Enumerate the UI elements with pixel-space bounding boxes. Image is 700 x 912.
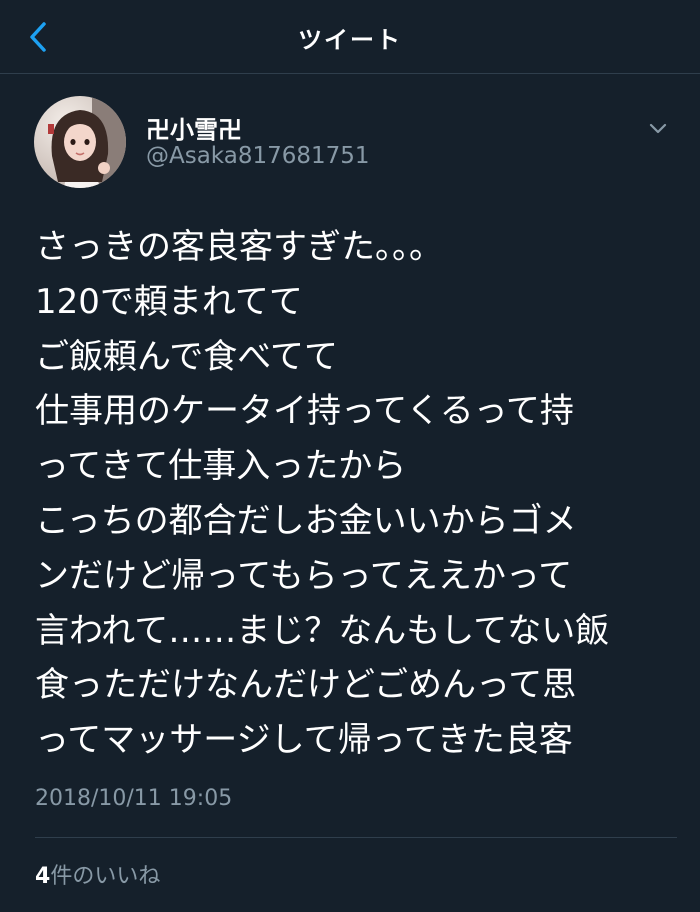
tweet-detail-screen: ツイート 卍小雪卍 @Asaka817681751 さっきの客良客すぎた。。。 … — [0, 0, 700, 912]
tweet-text-line: ってきて仕事入ったから — [35, 446, 407, 487]
page-title: ツイート — [298, 26, 402, 54]
tweet-options-button[interactable] — [642, 112, 674, 144]
tweet-timestamp[interactable]: 2018/10/11 19:05 — [35, 786, 232, 811]
tweet-text-line: 仕事用のケータイ持ってくるって持 — [35, 391, 574, 432]
tweet-text-line: ンだけど帰ってもらってええかって — [35, 555, 573, 596]
likes-count: 4 — [35, 864, 51, 889]
tweet-text-line: こっちの都合だしお金いいからゴメ — [35, 500, 577, 541]
author-display-name[interactable]: 卍小雪卍 — [146, 110, 242, 145]
top-navigation-bar: ツイート — [0, 0, 700, 74]
avatar[interactable] — [34, 96, 126, 188]
author-handle[interactable]: @Asaka817681751 — [146, 143, 370, 169]
divider — [35, 837, 677, 838]
tweet-text-line: 言われて……まじ？なんもしてない飯 — [35, 610, 610, 651]
tweet-text-line: 食っただけなんだけどごめんって思 — [35, 665, 577, 706]
tweet-text-line: ってマッサージして帰ってきた良客 — [35, 720, 573, 761]
likes-summary-link[interactable]: 4件のいいね — [35, 858, 160, 890]
tweet-text-line: さっきの客良客すぎた。。。 — [35, 227, 443, 267]
tweet-text: さっきの客良客すぎた。。。 120で頼まれてて ご飯頼んで食べてて 仕事用のケー… — [35, 220, 675, 768]
tweet-text-line: ご飯頼んで食べてて — [35, 336, 338, 377]
chevron-down-icon — [649, 123, 667, 134]
avatar-image — [34, 96, 126, 188]
likes-label: 件のいいね — [50, 864, 161, 889]
tweet-text-line: 120で頼まれてて — [35, 281, 303, 322]
